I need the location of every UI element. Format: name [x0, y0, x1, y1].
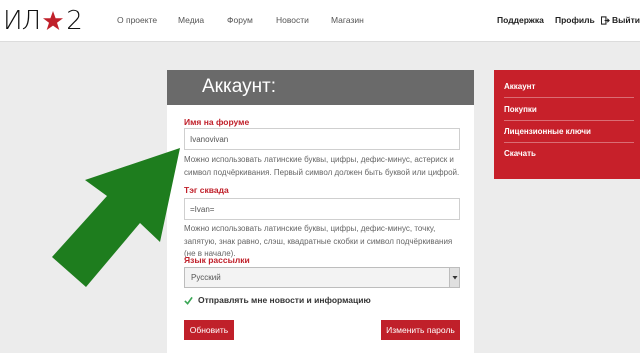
- green-arrow-annotation: [52, 148, 180, 287]
